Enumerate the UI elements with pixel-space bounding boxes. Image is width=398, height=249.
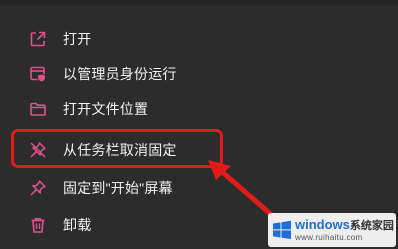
menu-item-label: 打开	[63, 31, 92, 47]
run-as-admin-shield-icon	[27, 63, 49, 85]
menu-item-label: 固定到"开始"屏幕	[63, 180, 173, 196]
menu-item-label: 以管理员身份运行	[63, 66, 177, 82]
highlight-annotation-box	[11, 129, 223, 168]
menu-item-uninstall[interactable]: 卸载	[16, 208, 246, 242]
folder-icon	[27, 98, 49, 120]
menu-item-open-file-location[interactable]: 打开文件位置	[16, 92, 246, 126]
watermark-url: www.ruihaitu.com	[295, 233, 363, 242]
menu-item-label: 卸载	[63, 217, 92, 233]
windows-logo-icon	[273, 220, 291, 239]
context-menu-screen: 打开 以管理员身份运行 打开文件位置 从任务栏取消固定 固定到"开始"屏幕 卸载…	[0, 0, 398, 249]
watermark-brand: windows系统家园	[295, 217, 394, 232]
menu-item-label: 打开文件位置	[63, 101, 149, 117]
trash-icon	[27, 214, 49, 236]
menu-item-run-as-admin[interactable]: 以管理员身份运行	[16, 57, 246, 91]
menu-item-pin-to-start[interactable]: 固定到"开始"屏幕	[16, 171, 246, 205]
open-external-icon	[27, 28, 49, 50]
pin-icon	[27, 177, 49, 199]
top-divider	[0, 0, 398, 6]
menu-item-open[interactable]: 打开	[16, 22, 246, 56]
site-watermark: windows系统家园 www.ruihaitu.com	[268, 213, 396, 247]
